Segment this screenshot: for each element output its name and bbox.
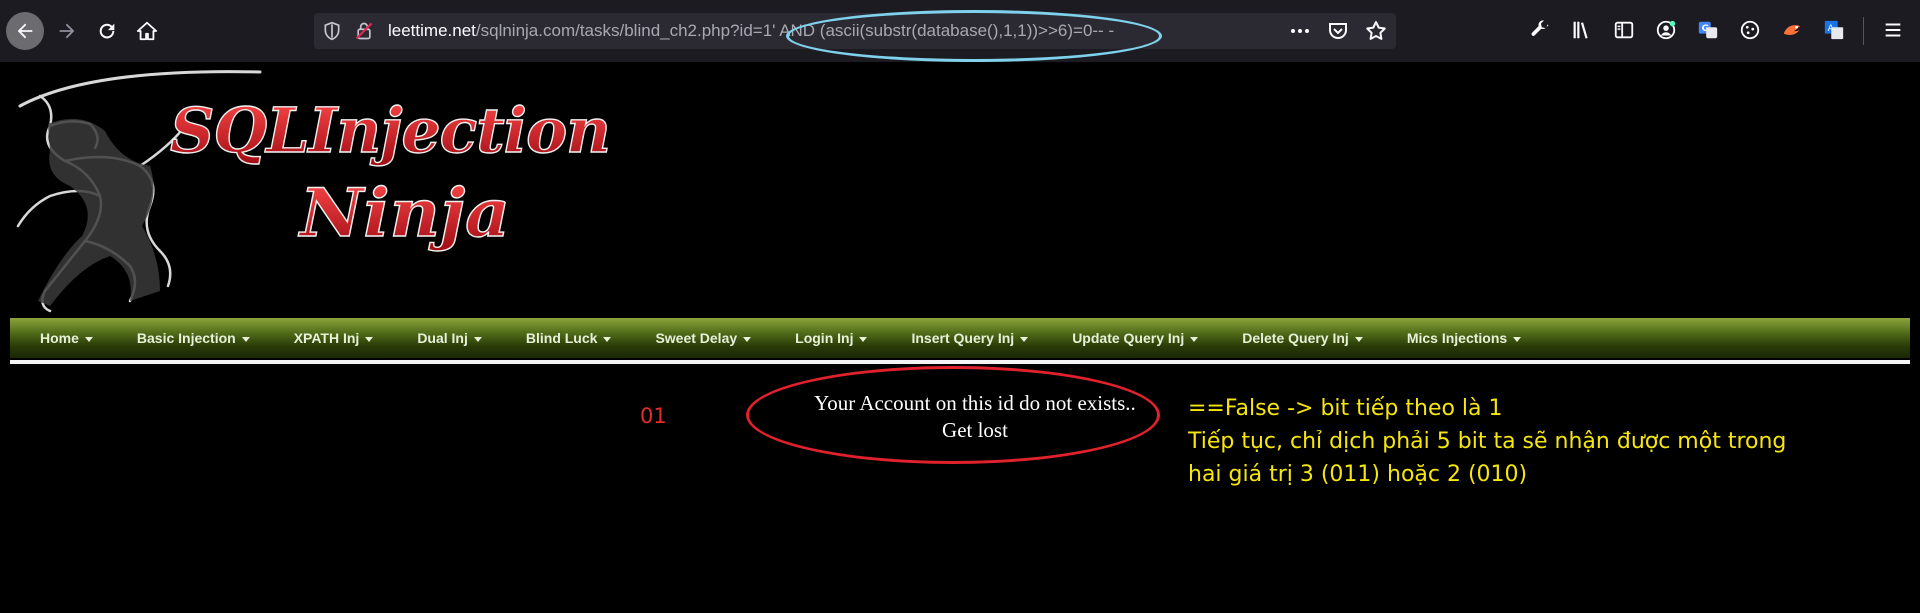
cookie-icon[interactable] [1737,17,1763,43]
menu-item-label: Basic Injection [136,330,236,346]
home-button[interactable] [128,12,166,50]
url-highlight-ellipse [786,10,1162,62]
caret-down-icon [365,336,374,342]
caret-down-icon [1354,336,1363,342]
caret-down-icon [743,336,752,342]
menu-item-home[interactable]: Home [10,330,107,346]
note-line2: Tiếp tục, chỉ dịch phải 5 bit ta sẽ nhận… [1188,429,1787,454]
insecure-lock-icon[interactable] [354,21,374,41]
reload-icon [99,23,115,39]
menu-item-label: Sweet Delay [655,330,738,346]
extension-icon[interactable] [1779,17,1805,43]
menu-item-update-query-inj[interactable]: Update Query Inj [1042,330,1212,346]
caret-down-icon [1020,336,1029,342]
menu-item-label: Delete Query Inj [1242,330,1349,346]
result-message-line1: Your Account on this id do not exists.. [814,391,1136,415]
caret-down-icon [1190,336,1199,342]
star-icon[interactable] [1364,19,1388,43]
more-dots-icon[interactable] [1288,19,1312,43]
url-host: leettime.net [388,21,476,40]
site-banner: SQLInjection Ninja [10,66,620,316]
menu-item-mics-injections[interactable]: Mics Injections [1377,330,1535,346]
reload-button[interactable] [88,12,126,50]
menu-item-label: Insert Query Inj [911,330,1015,346]
caret-down-icon [603,336,612,342]
menu-item-label: Home [40,330,79,346]
main-menu: Home Basic Injection XPATH Inj Dual Inj … [10,318,1910,358]
explanation-note: ==False -> bit tiếp theo là 1 Tiếp tục, … [1188,392,1786,491]
menu-item-label: XPATH Inj [293,330,360,346]
browser-toolbar: leettime.net/sqlninja.com/tasks/blind_ch… [0,0,1920,62]
menu-item-dual-inj[interactable]: Dual Inj [387,330,496,346]
wrench-icon[interactable] [1527,17,1553,43]
menu-item-insert-query-inj[interactable]: Insert Query Inj [881,330,1042,346]
menu-divider [10,360,1910,364]
url-actions [1288,19,1388,43]
logo-line2: Ninja [298,174,510,252]
sidebar-icon[interactable] [1611,17,1637,43]
result-message-line2: Get lost [942,418,1008,442]
menu-item-blind-luck[interactable]: Blind Luck [496,330,626,346]
note-line3: hai giá trị 3 (011) hoặc 2 (010) [1188,462,1528,487]
caret-down-icon [84,336,93,342]
shield-icon[interactable] [322,21,342,41]
menu-item-basic-injection[interactable]: Basic Injection [107,330,264,346]
caret-down-icon [859,336,868,342]
arrow-right-icon [59,23,75,39]
menu-item-label: Login Inj [795,330,854,346]
bits-annotation: 01 [640,404,667,428]
home-icon [136,21,158,41]
forward-button[interactable] [48,12,86,50]
caret-down-icon [1513,336,1522,342]
back-button[interactable] [6,12,44,50]
menu-item-label: Dual Inj [417,330,468,346]
ninja-logo: SQLInjection Ninja [16,70,612,313]
arrow-left-icon [17,23,33,39]
note-line1: ==False -> bit tiếp theo là 1 [1188,396,1503,421]
toolbar-divider [1863,17,1864,45]
translate-alt-icon[interactable]: A [1821,17,1847,43]
menu-item-sweet-delay[interactable]: Sweet Delay [625,330,765,346]
toolbar-icons: G A [1527,17,1906,45]
translate-icon[interactable]: G [1695,17,1721,43]
menu-item-login-inj[interactable]: Login Inj [765,330,881,346]
result-message: Your Account on this id do not exists.. … [760,390,1190,444]
caret-down-icon [241,336,250,342]
menu-icon[interactable] [1880,17,1906,43]
caret-down-icon [473,336,482,342]
menu-item-xpath-inj[interactable]: XPATH Inj [264,330,388,346]
logo-line1: SQLInjection [170,94,610,167]
library-icon[interactable] [1569,17,1595,43]
pocket-icon[interactable] [1326,19,1350,43]
menu-item-label: Blind Luck [525,330,598,346]
menu-item-label: Update Query Inj [1072,330,1185,346]
menu-item-label: Mics Injections [1406,330,1508,346]
account-icon[interactable] [1653,17,1679,43]
menu-item-delete-query-inj[interactable]: Delete Query Inj [1212,330,1377,346]
